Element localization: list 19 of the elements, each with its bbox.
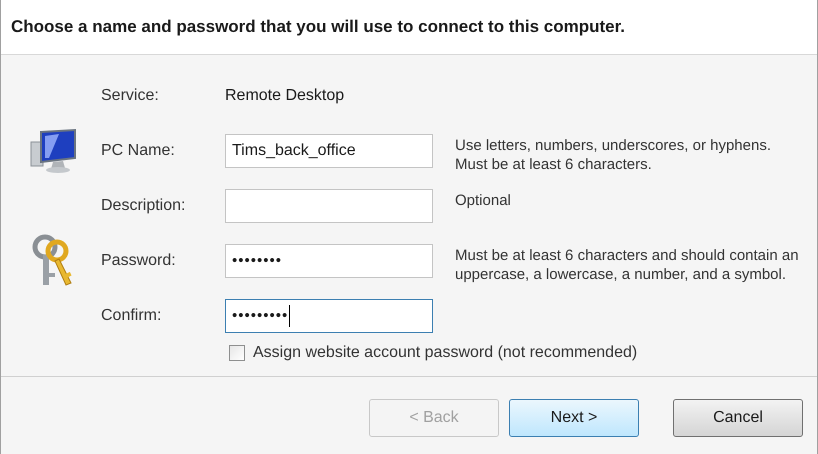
field-label: Password: — [101, 251, 176, 271]
field-hint: Optional — [455, 190, 512, 210]
field-label: PC Name: — [101, 141, 175, 161]
field-hint: Use letters, numbers, underscores, or hyphens. Must be at least 6 characters. — [455, 136, 772, 174]
text-cursor — [289, 305, 290, 327]
text-field[interactable]: Tims_back_office — [225, 134, 433, 168]
password-field[interactable]: •••••••• — [225, 244, 433, 278]
field-label: Service: — [101, 86, 159, 106]
password-field[interactable]: ••••••••• — [225, 299, 433, 333]
dialog-button[interactable]: Next > — [509, 398, 639, 436]
field-label: Confirm: — [101, 306, 162, 326]
text-field[interactable] — [225, 189, 433, 223]
computer-icon — [29, 128, 79, 174]
checkbox-label: Assign website account password (not recommended) — [253, 342, 638, 362]
checkbox[interactable] — [229, 344, 245, 360]
service-value: Remote Desktop — [225, 86, 344, 106]
dialog-button[interactable]: Cancel — [673, 398, 803, 436]
field-hint: Must be at least 6 characters and should contain an uppercase, a lowercase, a number, and a symbol. — [455, 246, 800, 284]
field-label: Description: — [101, 196, 186, 216]
